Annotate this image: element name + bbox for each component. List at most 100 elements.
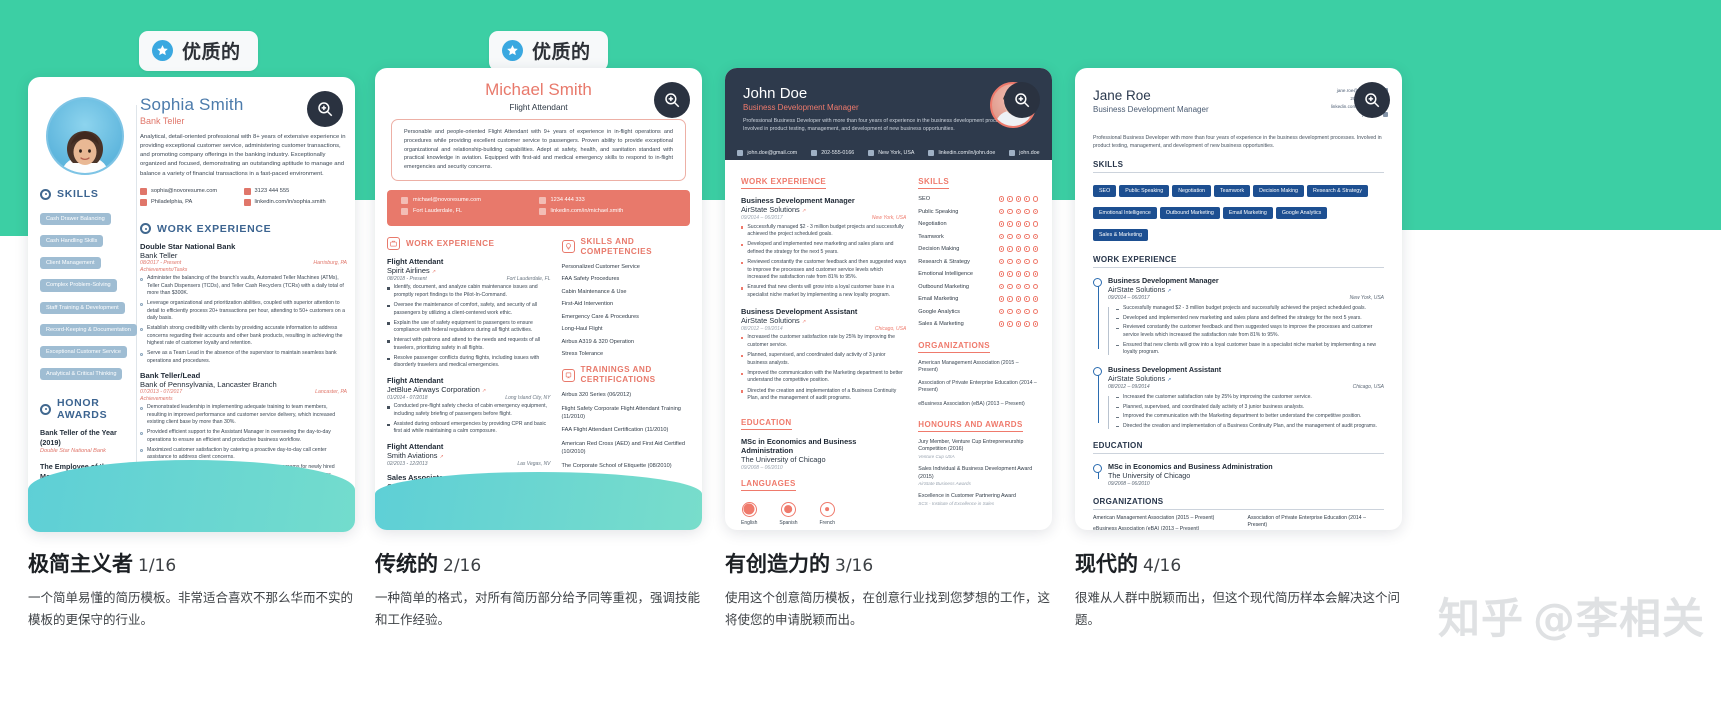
bullet-marker (387, 322, 390, 325)
section-title: HONOR AWARDS (57, 397, 108, 422)
bullet-text: Establish strong credibility with client… (147, 325, 343, 347)
caption-index: 4/16 (1143, 556, 1182, 576)
template-card-modern[interactable]: Jane Roe Business Development Manager ja… (1075, 68, 1402, 530)
section-title: WORK EXPERIENCE (406, 238, 495, 248)
dates: 09/2008 – 06/2010 (1108, 480, 1150, 487)
linkedin-icon (928, 150, 935, 156)
job-bullet: Oversee the maintenance of comfort, safe… (387, 302, 551, 317)
section-title: TRAININGS AND CERTIFICATIONS (580, 365, 656, 385)
rating-dot (1007, 321, 1013, 327)
rating-dot (1015, 246, 1021, 252)
skill-row: Decision Making (918, 246, 1038, 252)
skill-name: Email Marketing (918, 296, 959, 302)
organizations-col-right: Association of Private Enterprise Educat… (1248, 515, 1385, 530)
skill-rating (998, 196, 1038, 202)
skill-item: Emergency Care & Procedures (561, 313, 639, 320)
section-header-skills: SKILLS (40, 188, 126, 200)
skill-tag: Research & Strategy (1307, 185, 1368, 198)
skill-rating (998, 258, 1038, 265)
external-link-icon: ↗ (801, 318, 807, 325)
rating-dot (1024, 321, 1030, 327)
rating-dot (1015, 221, 1021, 227)
bullet-marker (140, 449, 143, 453)
bullet-marker (140, 431, 143, 435)
zoom-in-icon[interactable] (1354, 82, 1390, 118)
training-item: Airbus 320 Series (06/2012) (561, 391, 632, 398)
skill-item: Personalized Customer Service (561, 263, 640, 270)
job-bullet: Increased the customer satisfaction rate… (1116, 394, 1384, 402)
bullet-text: Successfully managed $2 - 3 million budg… (1123, 305, 1366, 312)
job-dates-location: 08/2018 - Present Fort Lauderdale, FL (387, 276, 551, 282)
skill-tag: SEO (1093, 185, 1117, 198)
skill-row: Research & Strategy (918, 259, 1038, 265)
contact-item: 3123 444 555 (243, 187, 348, 195)
job-bullet: Directed the creation and implementation… (741, 388, 906, 403)
caption-title: 传统的 2/16 (375, 548, 710, 578)
timeline-node-icon (1093, 463, 1102, 473)
section-header-skills: SKILLS (918, 177, 950, 189)
caption-description: 很难从人群中脱颖而出，但这个现代简历样本会解决这个问题。 (1075, 590, 1401, 627)
skill-item: FAA Safety Procedures (561, 276, 620, 283)
job-entry: Business Development Assistant AirState S… (1093, 365, 1384, 431)
skill-rating (998, 296, 1038, 302)
summary-box: Personable and people-oriented Flight At… (391, 119, 686, 181)
template-card-traditional[interactable]: Michael Smith Flight Attendant Personabl… (375, 68, 702, 530)
language-meter (741, 501, 757, 517)
job-location: Harrisburg, PA (313, 259, 347, 266)
languages-list: English Spanish French (741, 501, 906, 526)
language-fill (743, 503, 755, 515)
contact-text: linkedin.com/in/john.doe (938, 150, 996, 156)
edu-dates: 09/2008 – 06/2010 (1108, 481, 1384, 487)
bullet-text: Planned, supervised, and coordinated dai… (1123, 403, 1305, 410)
language-item: English (741, 501, 757, 526)
skill-name: Research & Strategy (918, 258, 970, 265)
rating-dot (1015, 283, 1021, 290)
rating-dot (1024, 258, 1030, 265)
premium-badge-1: 优质的 (139, 31, 258, 71)
rating-dot (1032, 321, 1038, 327)
bullet-marker (387, 357, 390, 361)
rating-dot (1024, 221, 1030, 227)
caption-index: 2/16 (443, 556, 482, 576)
contact-text: linkedin.com/in/sophia.smith (254, 199, 326, 206)
avatar (46, 97, 124, 175)
templates-gallery-page: 优质的 优质的 SKILLS Cash Drawer BalancingCash… (0, 0, 1721, 702)
bullet-marker (741, 372, 744, 376)
external-link-icon: ↗ (431, 268, 436, 275)
caption-name: 极简主义者 (28, 552, 133, 576)
rating-dot (998, 233, 1004, 240)
zoom-in-icon[interactable] (307, 91, 343, 127)
bullet-text: Identify, document, and analyze cabin ma… (393, 284, 538, 299)
job-title: Bank Teller/Lead (140, 370, 201, 380)
rating-dot (1007, 208, 1013, 215)
job-title: Business Development Manager (1108, 276, 1219, 286)
work-experience-list: Business Development Manager AirState Sol… (741, 196, 906, 403)
template-card-minimalist[interactable]: SKILLS Cash Drawer Balancing Cash Handlin… (28, 77, 355, 532)
job-bullet: Leverage organizational and prioritizati… (140, 300, 347, 323)
certificate-icon (561, 368, 575, 382)
education-list: MSc in Economics and Business Administra… (1093, 462, 1384, 487)
caption-name: 现代的 (1075, 552, 1138, 576)
rating-dot (1024, 233, 1030, 240)
rating-dot (1032, 271, 1038, 277)
job-entry: Business Development Manager AirState Sol… (741, 196, 906, 300)
bullet-marker (1116, 327, 1119, 329)
skill-name: Google Analytics (918, 308, 960, 315)
contact-text: 1234 444 333 (550, 197, 585, 204)
watermark: 知乎 @李相关 (1438, 585, 1705, 646)
contact-text: john.doe@gmail.com (747, 150, 798, 156)
language-meter (819, 501, 835, 517)
phone-icon (811, 150, 818, 156)
zoom-in-icon[interactable] (1004, 82, 1040, 118)
job-bullet: Establish strong credibility with client… (140, 325, 347, 348)
bullet-text: Increased the customer satisfaction rate… (1123, 393, 1312, 400)
template-card-creative[interactable]: John Doe Business Development Manager Pr… (725, 68, 1052, 530)
premium-badge-label: 优质的 (532, 41, 591, 63)
left-column: WORK EXPERIENCE Business Development Man… (741, 171, 906, 530)
skill-row: Email Marketing (918, 296, 1038, 302)
rating-dot (998, 246, 1004, 252)
skill-chip: Complex Problem-Solving (40, 279, 117, 292)
job-location: Las Vegas, NV (517, 460, 551, 467)
zoom-in-icon[interactable] (654, 82, 690, 118)
contact-text: 202-555-0166 (821, 150, 855, 156)
